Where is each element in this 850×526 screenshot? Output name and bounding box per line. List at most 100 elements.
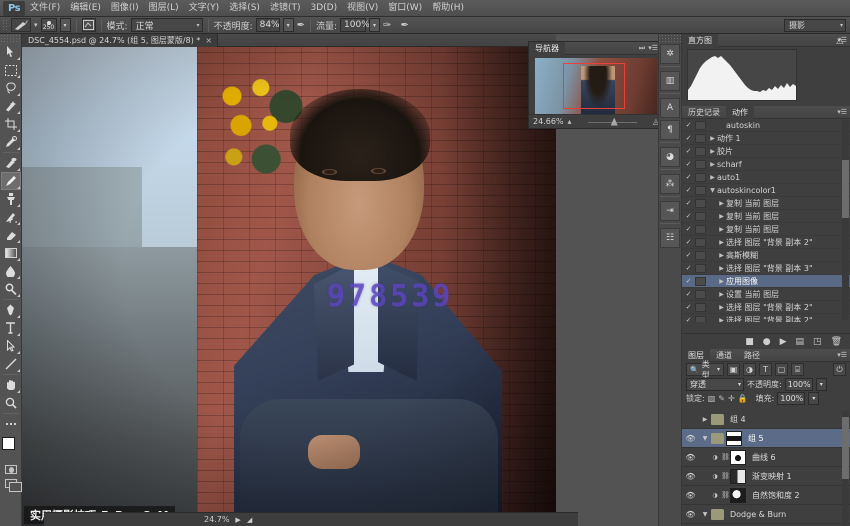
chevron-right-icon[interactable]: ▶ <box>708 135 717 142</box>
workspace-selector[interactable]: 摄影 ▾ <box>784 19 846 32</box>
action-toggle-checkbox[interactable]: ✓ <box>682 199 695 207</box>
action-toggle-checkbox[interactable]: ✓ <box>682 186 695 194</box>
paragraph-icon[interactable]: ¶ <box>660 120 680 140</box>
options-bar-grip[interactable] <box>2 19 8 32</box>
chevron-right-icon[interactable]: ▶ <box>717 213 726 220</box>
airbrush-toggle-icon[interactable]: ✑ <box>383 20 391 31</box>
action-row[interactable]: ✓autoskin <box>682 119 850 132</box>
action-row[interactable]: ✓▶复制 当前 图层 <box>682 223 850 236</box>
action-dialog-toggle[interactable] <box>695 147 706 156</box>
gradient-tool[interactable] <box>1 244 21 262</box>
layer-mask-thumbnail[interactable] <box>726 431 742 446</box>
histogram-tab[interactable]: 直方图 <box>682 34 718 47</box>
layer-mask-thumbnail[interactable] <box>730 450 746 465</box>
layers-list[interactable]: ▶组 4👁▼组 5👁◑⛓曲线 6👁◑⛓渐变映射 1👁◑⛓自然饱和度 2👁▼Dod… <box>682 410 850 526</box>
layer-opacity-dropdown[interactable]: ▾ <box>816 378 827 391</box>
action-dialog-toggle[interactable] <box>695 199 706 208</box>
lock-position-icon[interactable]: ✛ <box>728 394 735 403</box>
flow-dropdown[interactable]: ▾ <box>369 18 380 32</box>
path-selection-tool[interactable] <box>1 337 21 355</box>
new-set-button[interactable]: ▤ <box>796 337 805 347</box>
navigator-view-box[interactable] <box>563 63 625 109</box>
healing-brush-tool[interactable] <box>1 154 21 172</box>
action-dialog-toggle[interactable] <box>695 277 706 286</box>
layer-filter-type-select[interactable]: 🔍 类型 ▾ <box>686 363 724 376</box>
filter-pixel-icon[interactable]: ▣ <box>727 363 740 376</box>
action-dialog-toggle[interactable] <box>695 121 706 130</box>
action-toggle-checkbox[interactable]: ✓ <box>682 238 695 246</box>
layer-row[interactable]: 👁▼组 5 <box>682 429 850 448</box>
filter-type-icon[interactable]: T <box>759 363 772 376</box>
action-dialog-toggle[interactable] <box>695 316 706 323</box>
pen-tool[interactable] <box>1 301 21 319</box>
action-toggle-checkbox[interactable]: ✓ <box>682 121 695 129</box>
action-toggle-checkbox[interactable]: ✓ <box>682 290 695 298</box>
status-resize-grip[interactable]: ◢ <box>247 516 252 524</box>
layer-opacity-input[interactable]: 100% <box>785 378 813 391</box>
chevron-right-icon[interactable]: ▶ <box>717 239 726 246</box>
action-row[interactable]: ✓▶选择 图层 "背景 副本 2" <box>682 314 850 322</box>
action-dialog-toggle[interactable] <box>695 160 706 169</box>
collapse-icon[interactable]: ⏭ <box>639 44 645 53</box>
lock-all-icon[interactable]: 🔒 <box>738 394 748 403</box>
action-dialog-toggle[interactable] <box>695 264 706 273</box>
quick-mask-toggle[interactable] <box>1 462 21 476</box>
adjustment-dot-icon[interactable]: ◑ <box>711 454 719 461</box>
navigator-thumbnail[interactable] <box>535 58 657 114</box>
layer-row[interactable]: 👁◑⛓自然饱和度 2 <box>682 486 850 505</box>
action-row[interactable]: ✓▼autoskincolor1 <box>682 184 850 197</box>
history-brush-tool[interactable] <box>1 208 21 226</box>
action-dialog-toggle[interactable] <box>695 186 706 195</box>
action-row[interactable]: ✓▶高斯模糊 <box>682 249 850 262</box>
quick-selection-tool[interactable] <box>1 97 21 115</box>
flow-input[interactable]: 100% <box>340 18 366 32</box>
action-toggle-checkbox[interactable]: ✓ <box>682 303 695 311</box>
opacity-input[interactable]: 84% <box>256 18 280 32</box>
edit-toolbar-icon[interactable] <box>1 415 21 433</box>
lock-transparent-icon[interactable]: ▨ <box>708 394 716 403</box>
action-row[interactable]: ✓▶scharf <box>682 158 850 171</box>
action-row[interactable]: ✓▶auto1 <box>682 171 850 184</box>
layer-row[interactable]: ▶组 4 <box>682 410 850 429</box>
action-row[interactable]: ✓▶设置 当前 图层 <box>682 288 850 301</box>
tab-channels[interactable]: 通道 <box>710 349 738 362</box>
brush-size-field[interactable]: 250 <box>41 18 57 32</box>
lock-image-icon[interactable]: ✎ <box>718 394 725 403</box>
type-tool[interactable] <box>1 319 21 337</box>
styles-icon[interactable]: ▥ <box>660 71 680 91</box>
chevron-right-icon[interactable]: ▶ <box>717 291 726 298</box>
chevron-down-icon[interactable]: ▼ <box>701 511 709 518</box>
action-row[interactable]: ✓▶复制 当前 图层 <box>682 197 850 210</box>
adjustment-dot-icon[interactable]: ◑ <box>711 473 719 480</box>
chevron-right-icon[interactable]: ▶ <box>717 226 726 233</box>
eyedropper-tool[interactable] <box>1 133 21 151</box>
chevron-right-icon[interactable]: ▶ <box>708 161 717 168</box>
chevron-right-icon[interactable]: ▶ <box>717 252 726 259</box>
tab-history[interactable]: 历史记录 <box>682 106 726 119</box>
action-dialog-toggle[interactable] <box>695 290 706 299</box>
action-row[interactable]: ✓▶选择 图层 "背景 副本 2" <box>682 301 850 314</box>
eraser-tool[interactable] <box>1 226 21 244</box>
action-row[interactable]: ✓▶应用图像 <box>682 275 850 288</box>
panel-menu-icon[interactable]: ▾☰ <box>837 351 847 359</box>
action-toggle-checkbox[interactable]: ✓ <box>682 160 695 168</box>
menu-item-select[interactable]: 选择(S) <box>224 1 265 16</box>
stop-button[interactable]: ■ <box>745 337 754 347</box>
action-dialog-toggle[interactable] <box>695 225 706 234</box>
blur-tool[interactable] <box>1 262 21 280</box>
action-toggle-checkbox[interactable]: ✓ <box>682 225 695 233</box>
properties-icon[interactable]: ☷ <box>660 228 680 248</box>
new-action-button[interactable]: ◳ <box>813 337 822 347</box>
panel-menu-icon[interactable]: ▾☰ <box>837 108 847 116</box>
tools-panel-grip[interactable] <box>0 34 22 43</box>
brush-tool[interactable] <box>1 172 21 190</box>
visibility-eye-icon[interactable]: 👁 <box>684 510 697 519</box>
opacity-dropdown[interactable]: ▾ <box>283 18 294 32</box>
mask-link-icon[interactable]: ⛓ <box>721 472 728 480</box>
action-toggle-checkbox[interactable]: ✓ <box>682 251 695 259</box>
action-toggle-checkbox[interactable]: ✓ <box>682 277 695 285</box>
menu-item-window[interactable]: 窗口(W) <box>383 1 427 16</box>
lasso-tool[interactable] <box>1 79 21 97</box>
filter-smart-icon[interactable]: ⌸ <box>791 363 804 376</box>
layers-scrollbar[interactable] <box>842 411 849 526</box>
